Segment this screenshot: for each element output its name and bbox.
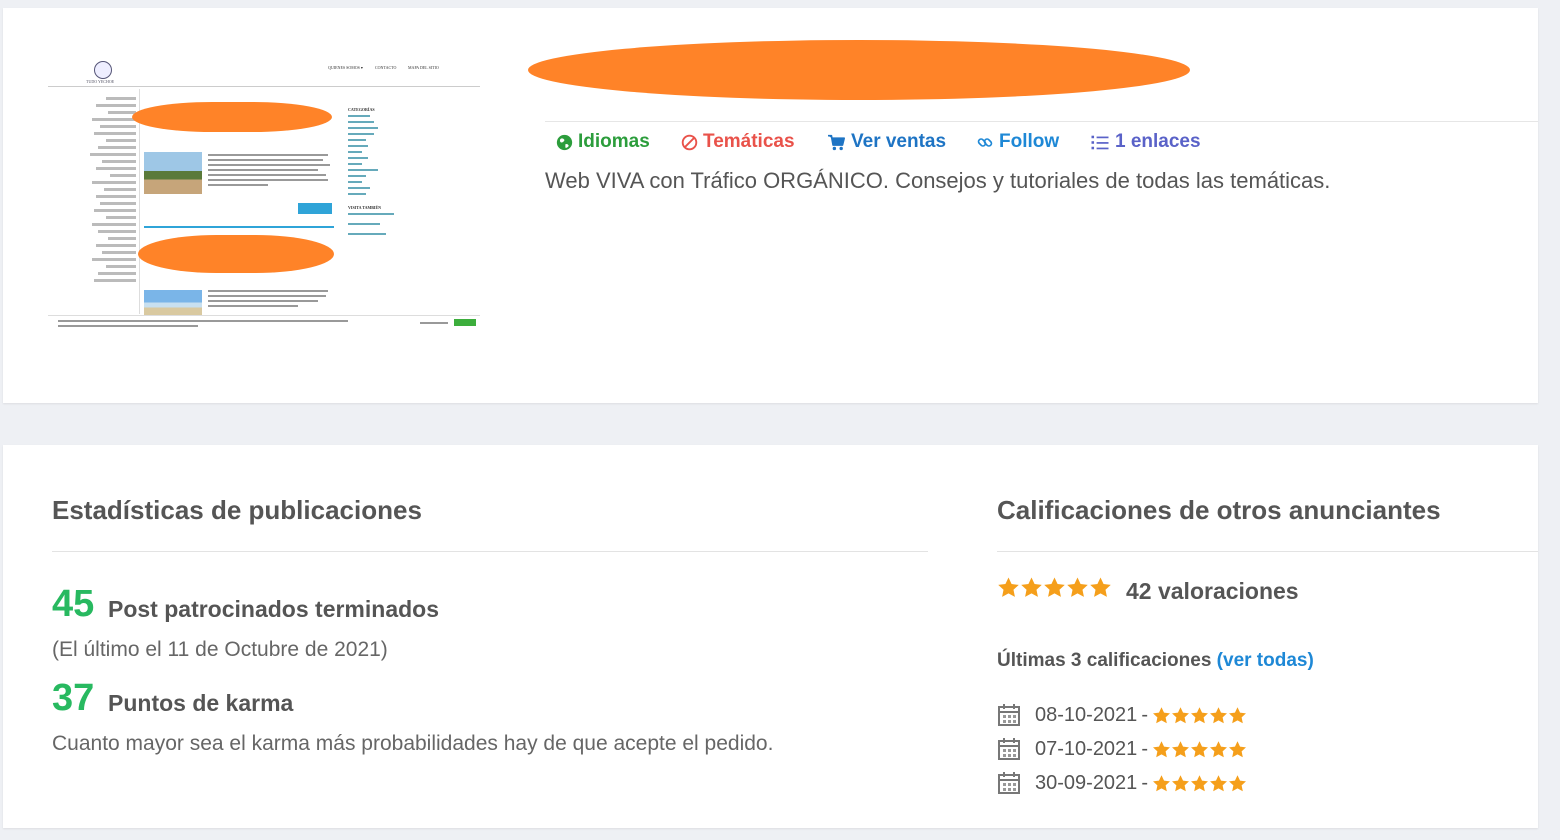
topics-link[interactable]: Temáticas bbox=[681, 131, 795, 153]
recent-rating-row: 08-10-2021 - bbox=[997, 702, 1247, 728]
thumbnail-accept-button bbox=[454, 319, 476, 326]
star-icon bbox=[1021, 577, 1042, 597]
karma-count: 37 bbox=[52, 677, 95, 719]
last-ratings-label: Últimas 3 calificaciones bbox=[997, 650, 1212, 671]
title-divider bbox=[545, 121, 1538, 122]
thumbnail-nav-item: MAPA DEL SITIO bbox=[408, 65, 439, 70]
thumbnail-post-text bbox=[208, 154, 333, 189]
globe-icon bbox=[556, 134, 573, 150]
follow-link[interactable]: Follow bbox=[976, 131, 1059, 153]
recent-rating-row: 07-10-2021 - bbox=[997, 736, 1247, 762]
stats-heading: Estadísticas de publicaciones bbox=[52, 495, 422, 525]
posts-label: Post patrocinados terminados bbox=[108, 596, 440, 622]
star-icon bbox=[1210, 706, 1227, 723]
languages-link[interactable]: Idiomas bbox=[556, 131, 650, 153]
star-icon bbox=[1153, 706, 1170, 723]
rating-date: 08-10-2021 bbox=[1035, 703, 1138, 726]
star-icon bbox=[1090, 577, 1111, 597]
thumbnail-sidebar-heading: CATEGORÍAS bbox=[348, 107, 375, 112]
rating-count: 42 valoraciones bbox=[1126, 578, 1299, 604]
rating-stars bbox=[1152, 774, 1247, 793]
recent-rating-row: 30-09-2021 - bbox=[997, 770, 1247, 796]
thumbnail-logo-icon bbox=[94, 61, 112, 79]
sales-link[interactable]: Ver ventas bbox=[827, 131, 946, 153]
last-ratings-heading: Últimas 3 calificaciones (ver todas) bbox=[997, 650, 1314, 672]
ban-icon bbox=[681, 134, 698, 150]
star-icon bbox=[1172, 740, 1189, 757]
stats-divider bbox=[52, 551, 928, 552]
star-icon bbox=[1210, 774, 1227, 791]
karma-note: Cuanto mayor sea el karma más probabilid… bbox=[52, 732, 774, 755]
thumbnail-divider bbox=[48, 86, 480, 87]
rating-separator: - bbox=[1141, 703, 1148, 726]
ratings-divider bbox=[997, 551, 1538, 552]
star-icon bbox=[1210, 740, 1227, 757]
listing-description: Web VIVA con Tráfico ORGÁNICO. Consejos … bbox=[545, 168, 1331, 193]
rating-separator: - bbox=[1141, 771, 1148, 794]
calendar-icon bbox=[998, 738, 1020, 760]
star-icon bbox=[1229, 740, 1246, 757]
link-icon bbox=[977, 137, 993, 147]
star-icon bbox=[1153, 774, 1170, 791]
rating-stars bbox=[1152, 706, 1247, 725]
links-count-label: 1 enlaces bbox=[1115, 131, 1201, 152]
star-icon bbox=[1191, 740, 1208, 757]
topics-label: Temáticas bbox=[703, 131, 795, 152]
thumbnail-sidebar-heading: VISITA TAMBIÉN bbox=[348, 205, 382, 210]
star-icon bbox=[998, 577, 1019, 597]
rating-separator: - bbox=[1141, 737, 1148, 760]
last-post-note: (El último el 11 de Octubre de 2021) bbox=[52, 638, 388, 661]
star-icon bbox=[1044, 577, 1065, 597]
thumbnail-header: TUDO YECHOE QUIENES SOMOS ▾ CONTACTO MAP… bbox=[48, 57, 480, 87]
star-icon bbox=[1067, 577, 1088, 597]
thumbnail-nav-item: CONTACTO bbox=[375, 65, 397, 70]
star-icon bbox=[1191, 706, 1208, 723]
rating-date: 07-10-2021 bbox=[1035, 737, 1138, 760]
overall-rating-stars bbox=[997, 576, 1112, 599]
ratings-heading: Calificaciones de otros anunciantes bbox=[997, 495, 1441, 525]
rating-date: 30-09-2021 bbox=[1035, 771, 1138, 794]
thumbnail-logo-text: TUDO YECHOE bbox=[86, 79, 115, 84]
rating-stars bbox=[1152, 740, 1247, 759]
karma-label: Puntos de karma bbox=[108, 690, 294, 716]
posts-count: 45 bbox=[52, 583, 95, 625]
sales-label: Ver ventas bbox=[851, 131, 947, 152]
thumbnail-separator bbox=[144, 226, 334, 228]
thumbnail-sidebar: CATEGORÍAS VISITA TAMBIÉN bbox=[348, 107, 428, 239]
star-icon bbox=[1229, 774, 1246, 791]
star-icon bbox=[1229, 706, 1246, 723]
languages-label: Idiomas bbox=[578, 131, 650, 152]
star-icon bbox=[1172, 706, 1189, 723]
site-screenshot-thumbnail[interactable]: TUDO YECHOE QUIENES SOMOS ▾ CONTACTO MAP… bbox=[48, 57, 480, 332]
redaction-mark bbox=[138, 235, 334, 273]
list-icon bbox=[1091, 135, 1109, 149]
follow-label: Follow bbox=[999, 131, 1060, 152]
calendar-icon bbox=[998, 772, 1020, 794]
redacted-title bbox=[528, 40, 1190, 100]
thumbnail-post-image bbox=[144, 290, 202, 315]
star-icon bbox=[1153, 740, 1170, 757]
thumbnail-nav-item: QUIENES SOMOS ▾ bbox=[328, 65, 363, 70]
thumbnail-post-image bbox=[144, 152, 202, 194]
thumbnail-cookie-bar bbox=[48, 315, 480, 332]
see-all-ratings-link[interactable]: (ver todas) bbox=[1217, 650, 1314, 671]
thumbnail-read-more-button bbox=[298, 203, 332, 214]
cart-icon bbox=[828, 134, 845, 150]
thumbnail-left-column bbox=[86, 97, 136, 286]
calendar-icon bbox=[998, 704, 1020, 726]
star-icon bbox=[1191, 774, 1208, 791]
links-count-link[interactable]: 1 enlaces bbox=[1090, 131, 1201, 153]
thumbnail-post-text bbox=[208, 290, 333, 310]
star-icon bbox=[1172, 774, 1189, 791]
redaction-mark bbox=[132, 102, 332, 132]
